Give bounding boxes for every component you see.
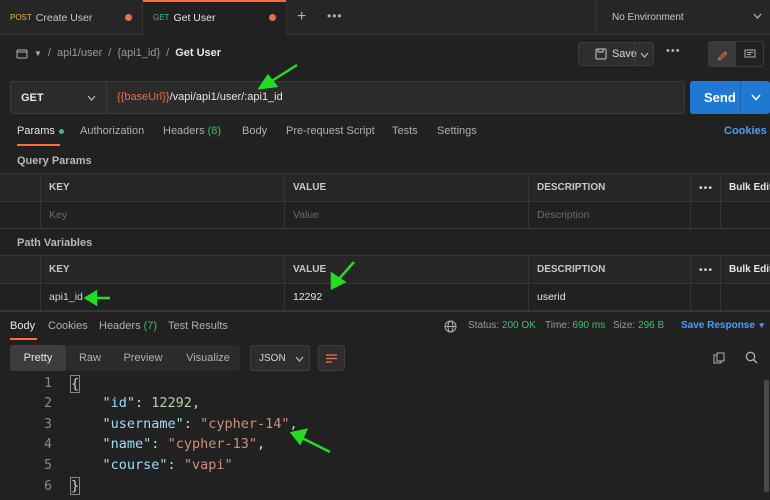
annotation-arrows: [83, 63, 355, 454]
